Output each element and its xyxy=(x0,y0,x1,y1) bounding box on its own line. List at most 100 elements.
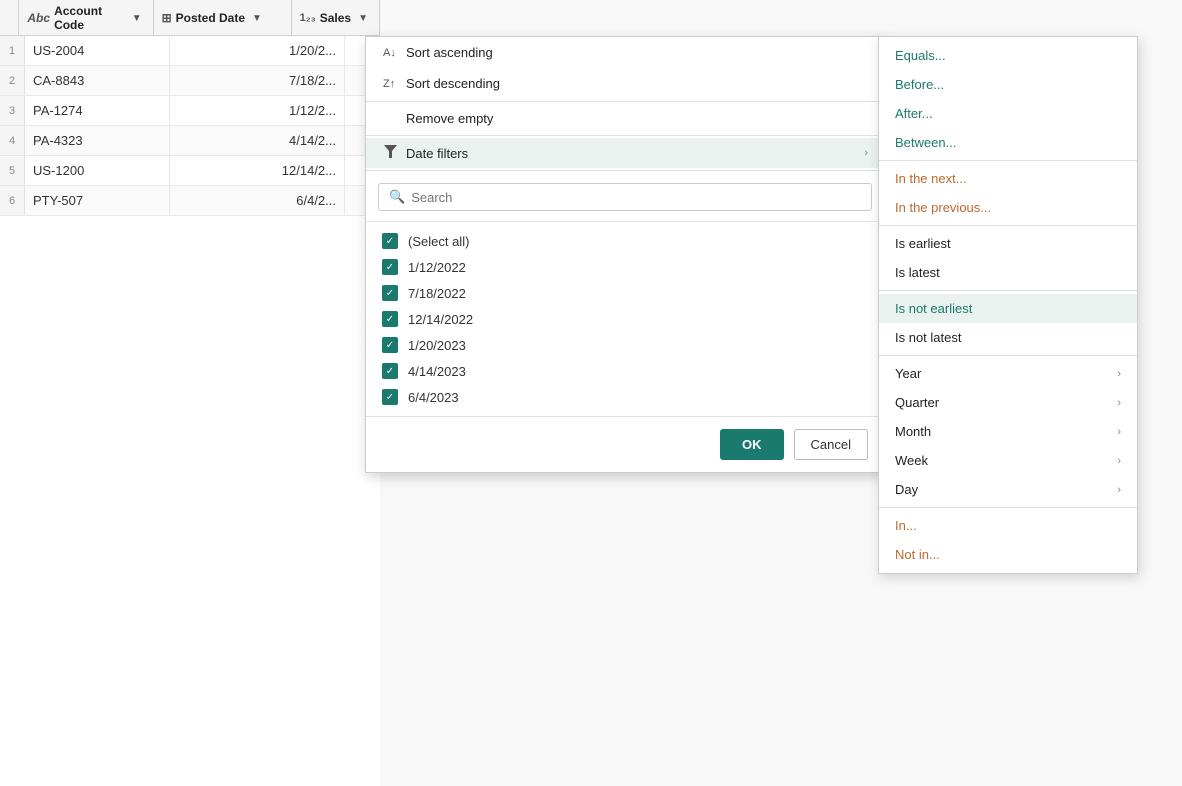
checkbox-date-6[interactable]: ✓ 6/4/2023 xyxy=(378,384,872,410)
menu-item-sort-desc[interactable]: Z↑ Sort descending xyxy=(366,68,884,99)
submenu-item-is-earliest[interactable]: Is earliest xyxy=(879,229,1137,258)
table-header: Abc Account Code ▼ ⊞ Posted Date ▼ 1₂₃ S… xyxy=(0,0,380,36)
checkbox-label-date-2: 7/18/2022 xyxy=(408,286,466,301)
filter-icon xyxy=(382,145,398,161)
col-posted-label: Posted Date xyxy=(176,11,245,25)
search-icon: 🔍 xyxy=(389,189,405,205)
menu-divider xyxy=(366,101,884,102)
submenu-item-quarter[interactable]: Quarter › xyxy=(879,388,1137,417)
table-row: 2 CA-8843 7/18/2... xyxy=(0,66,380,96)
dropdown-menu: A↓ Sort ascending Z↑ Sort descending Rem… xyxy=(365,36,885,473)
cell-date: 7/18/2... xyxy=(170,66,345,95)
submenu-item-equals[interactable]: Equals... xyxy=(879,41,1137,70)
submenu-item-in-prev[interactable]: In the previous... xyxy=(879,193,1137,222)
checkbox-select-all[interactable]: ✓ (Select all) xyxy=(378,228,872,254)
row-num: 1 xyxy=(0,36,25,65)
col-account-icon: Abc xyxy=(27,11,50,25)
submenu-item-between[interactable]: Between... xyxy=(879,128,1137,157)
checkbox-date-4[interactable]: ✓ 1/20/2023 xyxy=(378,332,872,358)
checkbox-icon-date-4: ✓ xyxy=(382,337,398,353)
menu-item-remove-empty[interactable]: Remove empty xyxy=(366,104,884,133)
menu-item-date-filters[interactable]: Date filters › xyxy=(366,138,884,168)
col-account-label: Account Code xyxy=(54,4,125,32)
chevron-right-year: › xyxy=(1117,368,1121,380)
checkbox-icon-date-6: ✓ xyxy=(382,389,398,405)
cell-date: 4/14/2... xyxy=(170,126,345,155)
cell-account: CA-8843 xyxy=(25,66,170,95)
col-sales-icon: 1₂₃ xyxy=(300,12,316,24)
submenu-item-before[interactable]: Before... xyxy=(879,70,1137,99)
checkbox-date-1[interactable]: ✓ 1/12/2022 xyxy=(378,254,872,280)
checkbox-icon-date-1: ✓ xyxy=(382,259,398,275)
checkbox-icon-date-5: ✓ xyxy=(382,363,398,379)
cell-account: PA-1274 xyxy=(25,96,170,125)
submenu-item-month[interactable]: Month › xyxy=(879,417,1137,446)
submenu-label-day: Day xyxy=(895,482,918,497)
checkbox-icon-date-2: ✓ xyxy=(382,285,398,301)
checkbox-date-2[interactable]: ✓ 7/18/2022 xyxy=(378,280,872,306)
submenu-label-is-latest: Is latest xyxy=(895,265,940,280)
cell-date: 6/4/2... xyxy=(170,186,345,215)
col-account-dropdown[interactable]: ▼ xyxy=(129,12,145,25)
chevron-right-icon: › xyxy=(864,147,868,159)
col-sales-dropdown[interactable]: ▼ xyxy=(355,12,371,25)
submenu-item-is-not-earliest[interactable]: Is not earliest xyxy=(879,294,1137,323)
menu-divider-2 xyxy=(366,135,884,136)
submenu-label-before: Before... xyxy=(895,77,944,92)
menu-label-sort-desc: Sort descending xyxy=(406,76,500,91)
submenu-divider-3 xyxy=(879,290,1137,291)
menu-label-remove-empty: Remove empty xyxy=(406,111,493,126)
checkbox-label-date-4: 1/20/2023 xyxy=(408,338,466,353)
submenu-item-week[interactable]: Week › xyxy=(879,446,1137,475)
submenu-label-not-in: Not in... xyxy=(895,547,940,562)
submenu-label-month: Month xyxy=(895,424,931,439)
submenu-item-after[interactable]: After... xyxy=(879,99,1137,128)
search-input[interactable] xyxy=(411,190,861,205)
cell-account: PTY-507 xyxy=(25,186,170,215)
submenu-label-in: In... xyxy=(895,518,917,533)
checkbox-date-3[interactable]: ✓ 12/14/2022 xyxy=(378,306,872,332)
table-row: 3 PA-1274 1/12/2... xyxy=(0,96,380,126)
chevron-right-week: › xyxy=(1117,455,1121,467)
checkbox-label-select-all: (Select all) xyxy=(408,234,469,249)
menu-divider-3 xyxy=(366,170,884,171)
col-sales-label: Sales xyxy=(320,11,351,25)
chevron-right-quarter: › xyxy=(1117,397,1121,409)
date-filters-submenu: Equals... Before... After... Between... … xyxy=(878,36,1138,574)
submenu-label-is-not-earliest: Is not earliest xyxy=(895,301,972,316)
col-posted-dropdown[interactable]: ▼ xyxy=(249,12,265,25)
submenu-item-in[interactable]: In... xyxy=(879,511,1137,540)
chevron-right-month: › xyxy=(1117,426,1121,438)
cell-date: 12/14/2... xyxy=(170,156,345,185)
ok-button[interactable]: OK xyxy=(720,429,784,460)
checkbox-icon-date-3: ✓ xyxy=(382,311,398,327)
row-num: 2 xyxy=(0,66,25,95)
row-num-header xyxy=(0,0,19,35)
submenu-item-in-next[interactable]: In the next... xyxy=(879,164,1137,193)
submenu-item-year[interactable]: Year › xyxy=(879,359,1137,388)
submenu-item-not-in[interactable]: Not in... xyxy=(879,540,1137,569)
checkbox-icon-select-all: ✓ xyxy=(382,233,398,249)
cancel-button[interactable]: Cancel xyxy=(794,429,868,460)
checkbox-date-5[interactable]: ✓ 4/14/2023 xyxy=(378,358,872,384)
submenu-label-week: Week xyxy=(895,453,928,468)
submenu-item-is-latest[interactable]: Is latest xyxy=(879,258,1137,287)
submenu-divider-5 xyxy=(879,507,1137,508)
menu-label-sort-asc: Sort ascending xyxy=(406,45,493,60)
submenu-item-is-not-latest[interactable]: Is not latest xyxy=(879,323,1137,352)
submenu-divider-1 xyxy=(879,160,1137,161)
table-area: Abc Account Code ▼ ⊞ Posted Date ▼ 1₂₃ S… xyxy=(0,0,380,786)
submenu-divider-4 xyxy=(879,355,1137,356)
checkbox-list: ✓ (Select all) ✓ 1/12/2022 ✓ 7/18/2022 ✓… xyxy=(366,222,884,416)
submenu-label-in-prev: In the previous... xyxy=(895,200,991,215)
cell-account: US-1200 xyxy=(25,156,170,185)
cell-date: 1/20/2... xyxy=(170,36,345,65)
submenu-label-equals: Equals... xyxy=(895,48,946,63)
svg-text:A↓: A↓ xyxy=(383,47,396,58)
submenu-item-day[interactable]: Day › xyxy=(879,475,1137,504)
col-posted-icon: ⊞ xyxy=(162,11,172,25)
menu-item-sort-asc[interactable]: A↓ Sort ascending xyxy=(366,37,884,68)
table-row: 1 US-2004 1/20/2... xyxy=(0,36,380,66)
search-container: 🔍 xyxy=(366,173,884,222)
col-sales-header: 1₂₃ Sales ▼ xyxy=(292,0,380,36)
